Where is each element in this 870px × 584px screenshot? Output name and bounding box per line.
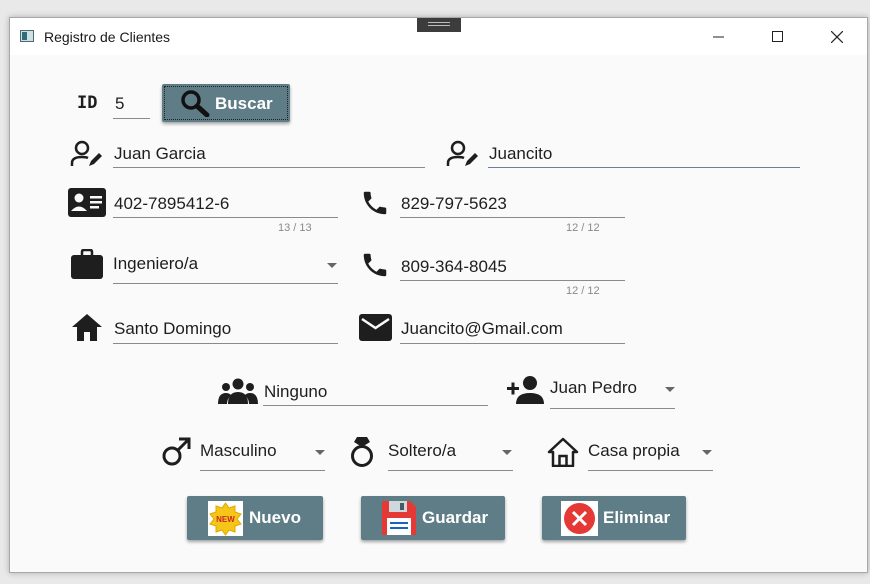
dependents-underline xyxy=(263,405,488,406)
referral-underline xyxy=(550,408,675,409)
occupation-select[interactable]: Ingeniero/a xyxy=(113,254,198,274)
drag-handle-icon[interactable] xyxy=(417,18,461,32)
delete-x-icon xyxy=(561,501,598,536)
group-icon xyxy=(218,378,258,404)
gender-select[interactable]: Masculino xyxy=(200,441,277,461)
house-outline-icon xyxy=(547,437,579,467)
male-gender-icon xyxy=(162,437,191,466)
search-button[interactable]: Buscar xyxy=(162,84,290,122)
title-bar[interactable]: Registro de Clientes xyxy=(10,18,867,55)
email-underline xyxy=(400,343,625,344)
marital-status-chevron-down-icon[interactable] xyxy=(502,450,512,455)
main-window: Registro de Clientes xyxy=(9,17,868,573)
phone1-counter: 12 / 12 xyxy=(566,222,600,234)
address-underline xyxy=(113,343,338,344)
window-title: Registro de Clientes xyxy=(44,29,171,45)
svg-text:NEW: NEW xyxy=(216,515,235,524)
phone2-underline xyxy=(400,280,625,281)
phone1-input[interactable]: 829-797-5623 xyxy=(401,194,507,214)
nickname-input[interactable]: Juancito xyxy=(489,144,552,164)
delete-button[interactable]: Eliminar xyxy=(542,496,686,540)
cedula-input[interactable]: 402-7895412-6 xyxy=(114,194,229,214)
id-card-icon xyxy=(68,188,106,217)
housing-select[interactable]: Casa propia xyxy=(588,441,680,461)
minimize-button[interactable] xyxy=(696,18,742,55)
ring-icon xyxy=(351,437,373,467)
housing-chevron-down-icon[interactable] xyxy=(702,450,712,455)
referral-select[interactable]: Juan Pedro xyxy=(550,378,637,398)
housing-underline xyxy=(588,470,713,471)
nickname-underline xyxy=(488,167,800,168)
address-input[interactable]: Santo Domingo xyxy=(114,319,231,339)
name-input[interactable]: Juan Garcia xyxy=(114,144,206,164)
delete-button-label: Eliminar xyxy=(603,508,671,527)
occupation-underline xyxy=(113,283,338,284)
name-underline xyxy=(113,167,425,168)
id-input-underline xyxy=(113,118,150,119)
occupation-chevron-down-icon[interactable] xyxy=(327,263,337,268)
save-button-label: Guardar xyxy=(422,508,489,527)
search-button-label: Buscar xyxy=(215,94,273,113)
save-button[interactable]: Guardar xyxy=(361,496,505,540)
search-icon xyxy=(181,90,210,117)
person-add-icon xyxy=(507,376,544,404)
close-icon xyxy=(831,30,843,43)
marital-status-select[interactable]: Soltero/a xyxy=(388,441,456,461)
dependents-input[interactable]: Ninguno xyxy=(264,382,327,402)
briefcase-icon xyxy=(71,249,103,279)
email-icon xyxy=(359,314,392,341)
cedula-underline xyxy=(113,217,338,218)
maximize-button[interactable] xyxy=(755,18,801,55)
home-icon xyxy=(72,314,102,341)
new-button[interactable]: NEW Nuevo xyxy=(187,496,323,540)
floppy-disk-icon xyxy=(382,501,416,535)
new-badge-icon: NEW xyxy=(208,501,243,536)
id-input[interactable]: 5 xyxy=(115,94,124,114)
maximize-icon xyxy=(772,30,783,42)
phone1-underline xyxy=(400,217,625,218)
phone2-counter: 12 / 12 xyxy=(566,285,600,297)
new-button-label: Nuevo xyxy=(249,508,301,527)
email-input[interactable]: Juancito@Gmail.com xyxy=(401,319,563,339)
minimize-icon xyxy=(713,36,724,37)
gender-underline xyxy=(200,470,325,471)
marital-status-underline xyxy=(388,470,513,471)
referral-chevron-down-icon[interactable] xyxy=(665,387,675,392)
gender-chevron-down-icon[interactable] xyxy=(315,450,325,455)
person-edit-icon-2 xyxy=(446,140,478,166)
person-edit-icon xyxy=(70,140,102,166)
id-label: ID xyxy=(77,93,98,113)
phone-icon xyxy=(363,191,387,215)
phone-icon-2 xyxy=(363,253,387,277)
cedula-counter: 13 / 13 xyxy=(278,222,312,234)
close-button[interactable] xyxy=(814,18,860,55)
app-icon xyxy=(20,30,34,42)
phone2-input[interactable]: 809-364-8045 xyxy=(401,257,507,277)
